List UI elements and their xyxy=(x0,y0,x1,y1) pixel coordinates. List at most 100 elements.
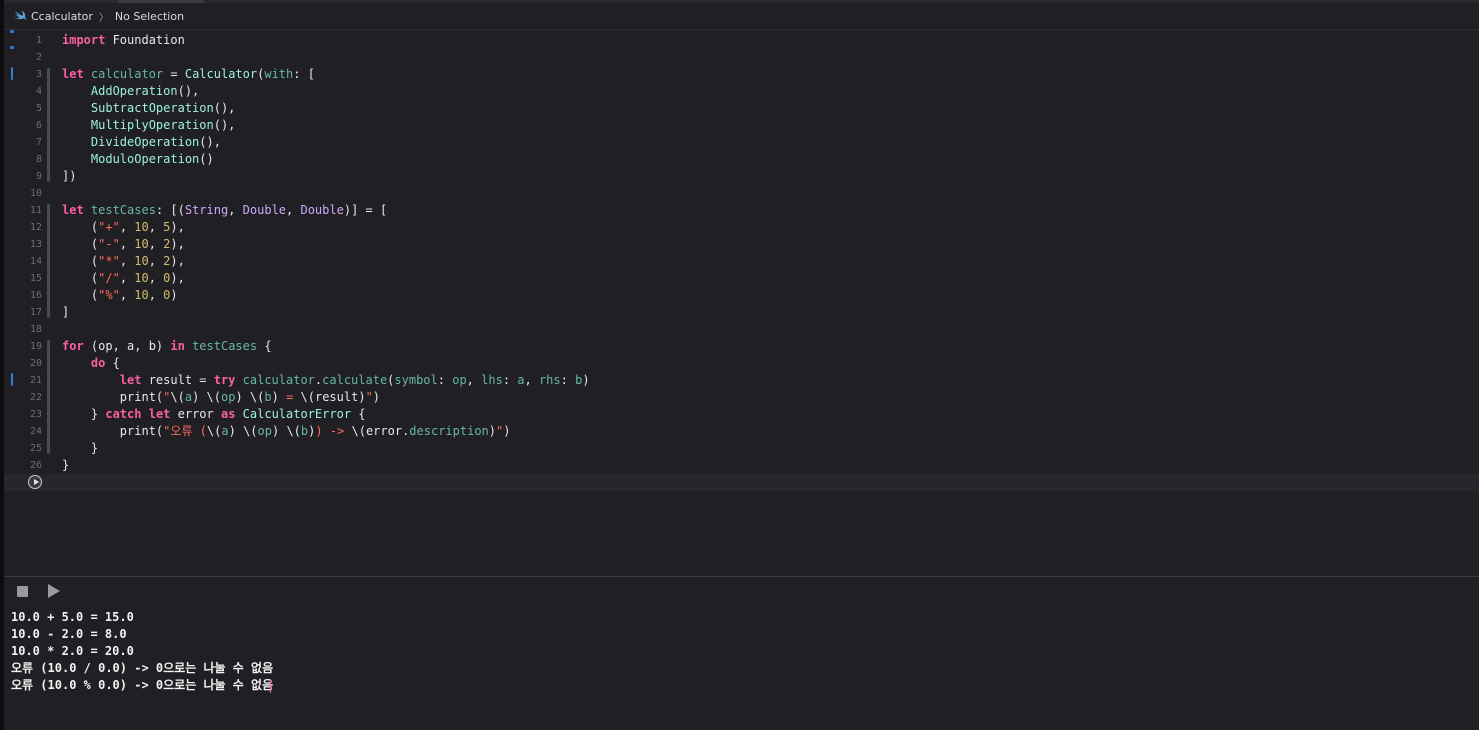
code-line[interactable]: 26} xyxy=(4,457,1479,474)
code-line[interactable]: 6 MultiplyOperation(), xyxy=(4,117,1479,134)
code-token: ( xyxy=(62,254,99,268)
code-token: : xyxy=(560,373,576,387)
code-token: let xyxy=(148,407,171,421)
code-token: "-" xyxy=(98,237,120,251)
line-number: 15 xyxy=(29,273,42,284)
code-token: Foundation xyxy=(105,33,185,47)
code-line[interactable]: 25 } xyxy=(4,440,1479,457)
code-line[interactable]: 13 ("-", 10, 2), xyxy=(4,236,1479,253)
code-token: (op, a, b) xyxy=(83,339,171,353)
code-line[interactable]: 9]) xyxy=(4,168,1479,185)
code-token: 10 xyxy=(134,237,149,251)
stop-icon[interactable] xyxy=(17,586,28,597)
code-text: } xyxy=(62,440,98,457)
code-token: { xyxy=(257,339,272,353)
code-token: as xyxy=(220,407,236,421)
code-line[interactable]: 17] xyxy=(4,304,1479,321)
code-token: MultiplyOperation xyxy=(90,118,214,132)
code-text: ("%", 10, 0) xyxy=(62,287,178,304)
code-line[interactable]: 19 for (op, a, b) in testCases { xyxy=(4,338,1479,355)
code-line[interactable]: 3 let calculator = Calculator(with: [ xyxy=(4,66,1479,83)
code-line[interactable]: 14 ("*", 10, 2), xyxy=(4,253,1479,270)
code-line[interactable]: 1 import Foundation xyxy=(4,32,1479,49)
code-line[interactable]: 12 ("+", 10, 5), xyxy=(4,219,1479,236)
code-token: , xyxy=(524,373,539,387)
code-token: \( xyxy=(206,390,221,404)
code-line[interactable]: 2 xyxy=(4,49,1479,66)
code-line[interactable]: 21 let result = try calculator.calculate… xyxy=(4,372,1479,389)
code-token: op xyxy=(257,424,272,438)
code-token: , xyxy=(148,288,164,302)
code-token: , xyxy=(286,203,301,217)
code-line[interactable]: 8 ModuloOperation() xyxy=(4,151,1479,168)
code-text: ("*", 10, 2), xyxy=(62,253,185,270)
console-output[interactable]: 10.0 + 5.0 = 15.0 10.0 - 2.0 = 8.0 10.0 … xyxy=(4,605,1479,730)
code-editor[interactable]: 1 import Foundation 2 3 let calculator = Cal… xyxy=(4,30,1479,576)
code-line[interactable]: 24 print("오류 (\(a) \(op) \(b)) -> \(erro… xyxy=(4,423,1479,440)
line-number: 10 xyxy=(29,188,42,199)
play-icon[interactable] xyxy=(48,584,60,598)
code-token: a xyxy=(184,390,193,404)
code-token: catch xyxy=(105,407,142,421)
swift-icon xyxy=(14,10,26,21)
code-token: symbol xyxy=(394,373,438,387)
code-line[interactable]: 22 print("\(a) \(op) \(b) = \(result)") xyxy=(4,389,1479,406)
code-token: SubtractOperation xyxy=(90,101,214,115)
code-token: } xyxy=(62,441,99,455)
text-cursor xyxy=(270,679,271,693)
code-line[interactable]: 10 xyxy=(4,185,1479,202)
code-token: (), xyxy=(213,101,236,115)
code-token: a xyxy=(221,424,229,438)
code-text: ]) xyxy=(62,168,76,185)
code-text: } catch let error as CalculatorError { xyxy=(62,406,366,423)
code-token: DivideOperation xyxy=(90,135,200,149)
code-token: ) xyxy=(503,424,511,438)
code-line[interactable]: 4 AddOperation(), xyxy=(4,83,1479,100)
code-text: do { xyxy=(62,355,120,372)
code-token: ) xyxy=(488,424,497,438)
code-line[interactable]: 15 ("/", 10, 0), xyxy=(4,270,1479,287)
line-number: 18 xyxy=(29,324,42,335)
line-number: 21 xyxy=(29,375,42,386)
line-number: 8 xyxy=(35,154,42,165)
console-line: 오류 (10.0 % 0.0) -> 0으로는 나눌 수 없음 xyxy=(11,678,274,692)
code-text: let calculator = Calculator(with: [ xyxy=(62,66,315,83)
code-line[interactable]: 20 do { xyxy=(4,355,1479,372)
code-line[interactable]: 23 } catch let error as CalculatorError … xyxy=(4,406,1479,423)
code-line[interactable]: 16 ("%", 10, 0) xyxy=(4,287,1479,304)
code-text: import Foundation xyxy=(62,32,185,49)
breadcrumb-project[interactable]: Ccalculator xyxy=(31,10,93,23)
code-line[interactable]: 5 SubtractOperation(), xyxy=(4,100,1479,117)
jump-bar: Ccalculator 〉 No Selection xyxy=(4,3,1479,30)
line-number: 12 xyxy=(29,222,42,233)
code-token: , xyxy=(148,237,164,251)
code-token: let xyxy=(62,67,84,81)
code-text: ModuloOperation() xyxy=(62,151,214,168)
code-token: error xyxy=(170,407,221,421)
code-token: in xyxy=(170,339,185,353)
code-token: (), xyxy=(213,118,236,132)
code-token: op xyxy=(221,390,236,404)
code-token: rhs xyxy=(538,373,561,387)
code-line[interactable]: 11 let testCases: [(String, Double, Doubl… xyxy=(4,202,1479,219)
breadcrumb-selection[interactable]: No Selection xyxy=(115,10,184,23)
code-token: ( xyxy=(62,237,99,251)
code-token: calculator xyxy=(90,67,164,81)
code-line[interactable]: 18 xyxy=(4,321,1479,338)
code-token: ), xyxy=(170,220,185,234)
code-token: ) xyxy=(582,373,590,387)
code-token: = xyxy=(278,390,301,404)
code-line[interactable]: 7 DivideOperation(), xyxy=(4,134,1479,151)
code-token: testCases xyxy=(192,339,258,353)
code-token: ModuloOperation xyxy=(90,152,200,166)
code-token: String xyxy=(184,203,229,217)
play-circle-icon[interactable] xyxy=(28,475,42,489)
code-token: ) xyxy=(271,390,279,404)
code-token: ( xyxy=(62,288,99,302)
